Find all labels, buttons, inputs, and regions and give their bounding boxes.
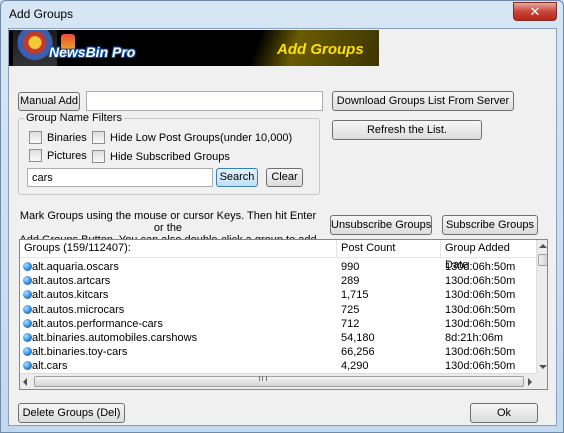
hide-low-post-label: Hide Low Post Groups(under 10,000): [110, 131, 293, 144]
group-status-icon: [23, 276, 32, 286]
post-count: 66,256: [341, 346, 375, 359]
vertical-scrollbar[interactable]: [536, 240, 547, 373]
close-button[interactable]: ✕: [513, 2, 557, 21]
scroll-left-icon[interactable]: [23, 378, 27, 386]
checkbox-box[interactable]: [92, 131, 105, 144]
checkbox-box[interactable]: [29, 131, 42, 144]
dialog-client-area: NewsBin Pro Add Groups Manual Add Downlo…: [8, 28, 557, 426]
group-added-date: 130d:06h:50m: [445, 346, 516, 359]
list-row[interactable]: alt.autos.artcars 289 130d:06h:50m: [20, 274, 536, 288]
delete-groups-button[interactable]: Delete Groups (Del): [18, 403, 125, 423]
hide-low-post-checkbox[interactable]: Hide Low Post Groups(under 10,000): [92, 131, 292, 144]
scrollbar-corner: [536, 373, 547, 389]
group-status-icon: [23, 333, 32, 342]
group-name: alt.autos.performance-cars: [32, 317, 163, 330]
checkbox-box[interactable]: [92, 150, 105, 163]
grip-line: [262, 376, 263, 381]
clear-button[interactable]: Clear: [266, 168, 303, 187]
group-status-icon: [23, 347, 32, 357]
scroll-right-icon[interactable]: [528, 378, 532, 386]
group-name: alt.autos.microcars: [32, 303, 125, 316]
group-name: alt.binaries.toy-cars: [32, 346, 128, 359]
group-name: alt.aquaria.oscars: [32, 261, 119, 273]
group-name: alt.cars: [32, 360, 68, 373]
hide-subscribed-checkbox[interactable]: Hide Subscribed Groups: [92, 150, 230, 163]
list-header: Groups (159/112407): Post Count Group Ad…: [20, 240, 536, 271]
instructions-text: Mark Groups using the mouse or cursor Ke…: [19, 210, 317, 258]
post-count: 712: [341, 317, 360, 330]
grip-icon: [259, 376, 267, 381]
pictures-label: Pictures: [47, 149, 87, 162]
manual-add-input[interactable]: [86, 91, 323, 111]
unsubscribe-groups-button[interactable]: Unsubscribe Groups: [330, 215, 432, 235]
scroll-up-icon[interactable]: [539, 244, 547, 248]
post-count: 4,290: [341, 360, 369, 373]
window-title: Add Groups: [9, 7, 74, 21]
list-row[interactable]: alt.autos.performance-cars 712 130d:06h:50…: [20, 317, 536, 331]
post-count: 289: [341, 275, 360, 288]
checkbox-box[interactable]: [29, 149, 42, 162]
list-row[interactable]: alt.aquaria.oscars 990 130d:06h:50m: [20, 260, 536, 274]
group-added-date: 130d:06h:50m: [445, 303, 516, 316]
group-status-icon: [23, 262, 32, 271]
group-added-date: 8d:21h:06m: [445, 332, 504, 344]
list-row[interactable]: alt.cars 4,290 130d:06h:50m: [20, 359, 536, 373]
list-row[interactable]: alt.binaries.toy-cars 66,256 130d:06h:50m: [20, 345, 536, 359]
group-added-date: 130d:06h:50m: [445, 275, 516, 288]
subscribe-groups-button[interactable]: Subscribe Groups: [442, 215, 538, 235]
banner-title: Add Groups: [277, 41, 364, 58]
post-count: 725: [341, 303, 360, 316]
binaries-checkbox[interactable]: Binaries: [29, 131, 87, 144]
list-row[interactable]: alt.autos.kitcars 1,715 130d:06h:50m: [20, 288, 536, 302]
download-groups-button[interactable]: Download Groups List From Server: [332, 91, 514, 111]
add-groups-window: Add Groups ✕ NewsBin Pro Add Groups Manu…: [0, 0, 564, 433]
column-header-groups[interactable]: Groups (159/112407):: [20, 240, 337, 258]
horizontal-scrollbar[interactable]: [20, 373, 536, 389]
group-name: alt.autos.artcars: [32, 275, 111, 288]
filters-legend: Group Name Filters: [24, 112, 124, 124]
group-status-icon: [23, 318, 32, 328]
group-status-icon: [23, 361, 32, 371]
scroll-down-icon[interactable]: [539, 365, 547, 369]
post-count: 990: [341, 261, 360, 273]
group-status-icon: [23, 304, 32, 314]
list-row[interactable]: alt.binaries.automobiles.carshows 54,180 8…: [20, 331, 536, 345]
banner-logo: NewsBin Pro: [49, 44, 136, 60]
group-name: alt.autos.kitcars: [32, 289, 109, 302]
manual-add-button[interactable]: Manual Add: [18, 92, 80, 111]
column-header-date[interactable]: Group Added Date: [441, 240, 536, 271]
horizontal-scroll-thumb[interactable]: [34, 376, 524, 387]
pictures-checkbox[interactable]: Pictures: [29, 149, 87, 162]
group-added-date: 130d:06h:50m: [445, 289, 516, 302]
post-count: 1,715: [341, 289, 369, 302]
group-added-date: 130d:06h:50m: [445, 261, 516, 273]
column-header-post-count[interactable]: Post Count: [337, 240, 441, 258]
ok-button[interactable]: Ok: [470, 403, 538, 423]
search-input[interactable]: cars: [27, 168, 213, 187]
banner: NewsBin Pro Add Groups: [9, 30, 379, 66]
group-added-date: 130d:06h:50m: [445, 317, 516, 330]
group-name: alt.binaries.automobiles.carshows: [32, 332, 198, 344]
post-count: 54,180: [341, 332, 375, 344]
refresh-list-button[interactable]: Refresh the List.: [332, 120, 482, 140]
instructions-line-1: Mark Groups using the mouse or cursor Ke…: [19, 210, 317, 234]
search-button[interactable]: Search: [216, 168, 258, 187]
groups-list[interactable]: Groups (159/112407): Post Count Group Ad…: [19, 239, 548, 390]
hide-subscribed-label: Hide Subscribed Groups: [110, 150, 230, 163]
binaries-label: Binaries: [47, 131, 87, 144]
group-added-date: 130d:06h:50m: [445, 360, 516, 373]
vertical-scroll-thumb[interactable]: [538, 254, 547, 266]
title-bar[interactable]: Add Groups ✕: [1, 1, 563, 29]
list-row[interactable]: alt.autos.microcars 725 130d:06h:50m: [20, 303, 536, 317]
group-status-icon: [23, 290, 32, 300]
